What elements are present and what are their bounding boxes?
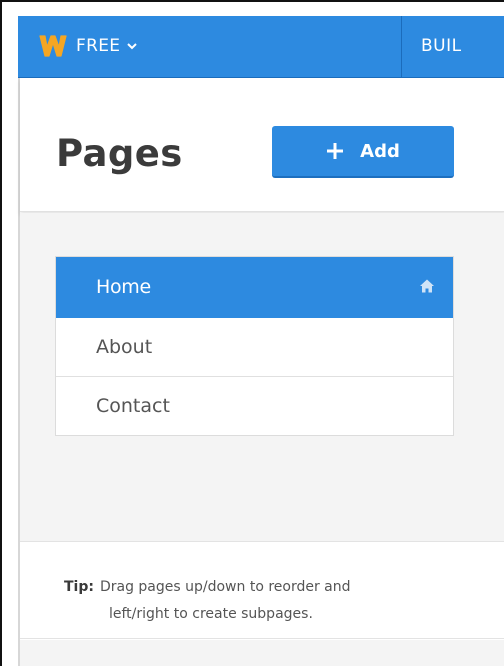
page-list: Home About Contact — [55, 256, 454, 436]
tip-line-1: Drag pages up/down to reorder and — [99, 579, 351, 595]
page-item-label: About — [96, 336, 153, 358]
page-item-home[interactable]: Home — [56, 257, 453, 318]
plan-dropdown[interactable]: FREE — [76, 36, 137, 56]
add-button-label: Add — [360, 140, 400, 162]
weebly-logo-icon[interactable] — [38, 32, 68, 60]
app-window: FREE BUIL Pages Add Home About Contact T… — [0, 0, 504, 666]
page-item-contact[interactable]: Contact — [56, 377, 453, 435]
home-icon[interactable] — [419, 278, 435, 294]
tip-text-block: Tip: Drag pages up/down to reorder and le… — [64, 570, 464, 632]
pages-list-area: Home About Contact — [20, 213, 504, 541]
plan-label: FREE — [76, 36, 121, 56]
tab-build[interactable]: BUIL — [421, 36, 462, 56]
tip-line-2: left/right to create subpages. — [109, 606, 313, 622]
footer-strip — [20, 640, 504, 666]
pages-header: Pages Add — [20, 78, 504, 212]
left-margin — [2, 2, 18, 666]
page-title: Pages — [56, 132, 183, 175]
chevron-down-icon — [127, 43, 137, 50]
plus-icon — [327, 143, 344, 159]
topbar-divider — [401, 16, 402, 78]
page-item-label: Home — [96, 276, 151, 298]
add-page-button[interactable]: Add — [272, 126, 454, 178]
tip-label: Tip: — [64, 579, 94, 595]
top-navigation-bar: FREE BUIL — [18, 16, 504, 78]
tip-area: Tip: Drag pages up/down to reorder and le… — [20, 541, 504, 639]
page-item-about[interactable]: About — [56, 318, 453, 377]
page-item-label: Contact — [96, 395, 170, 417]
